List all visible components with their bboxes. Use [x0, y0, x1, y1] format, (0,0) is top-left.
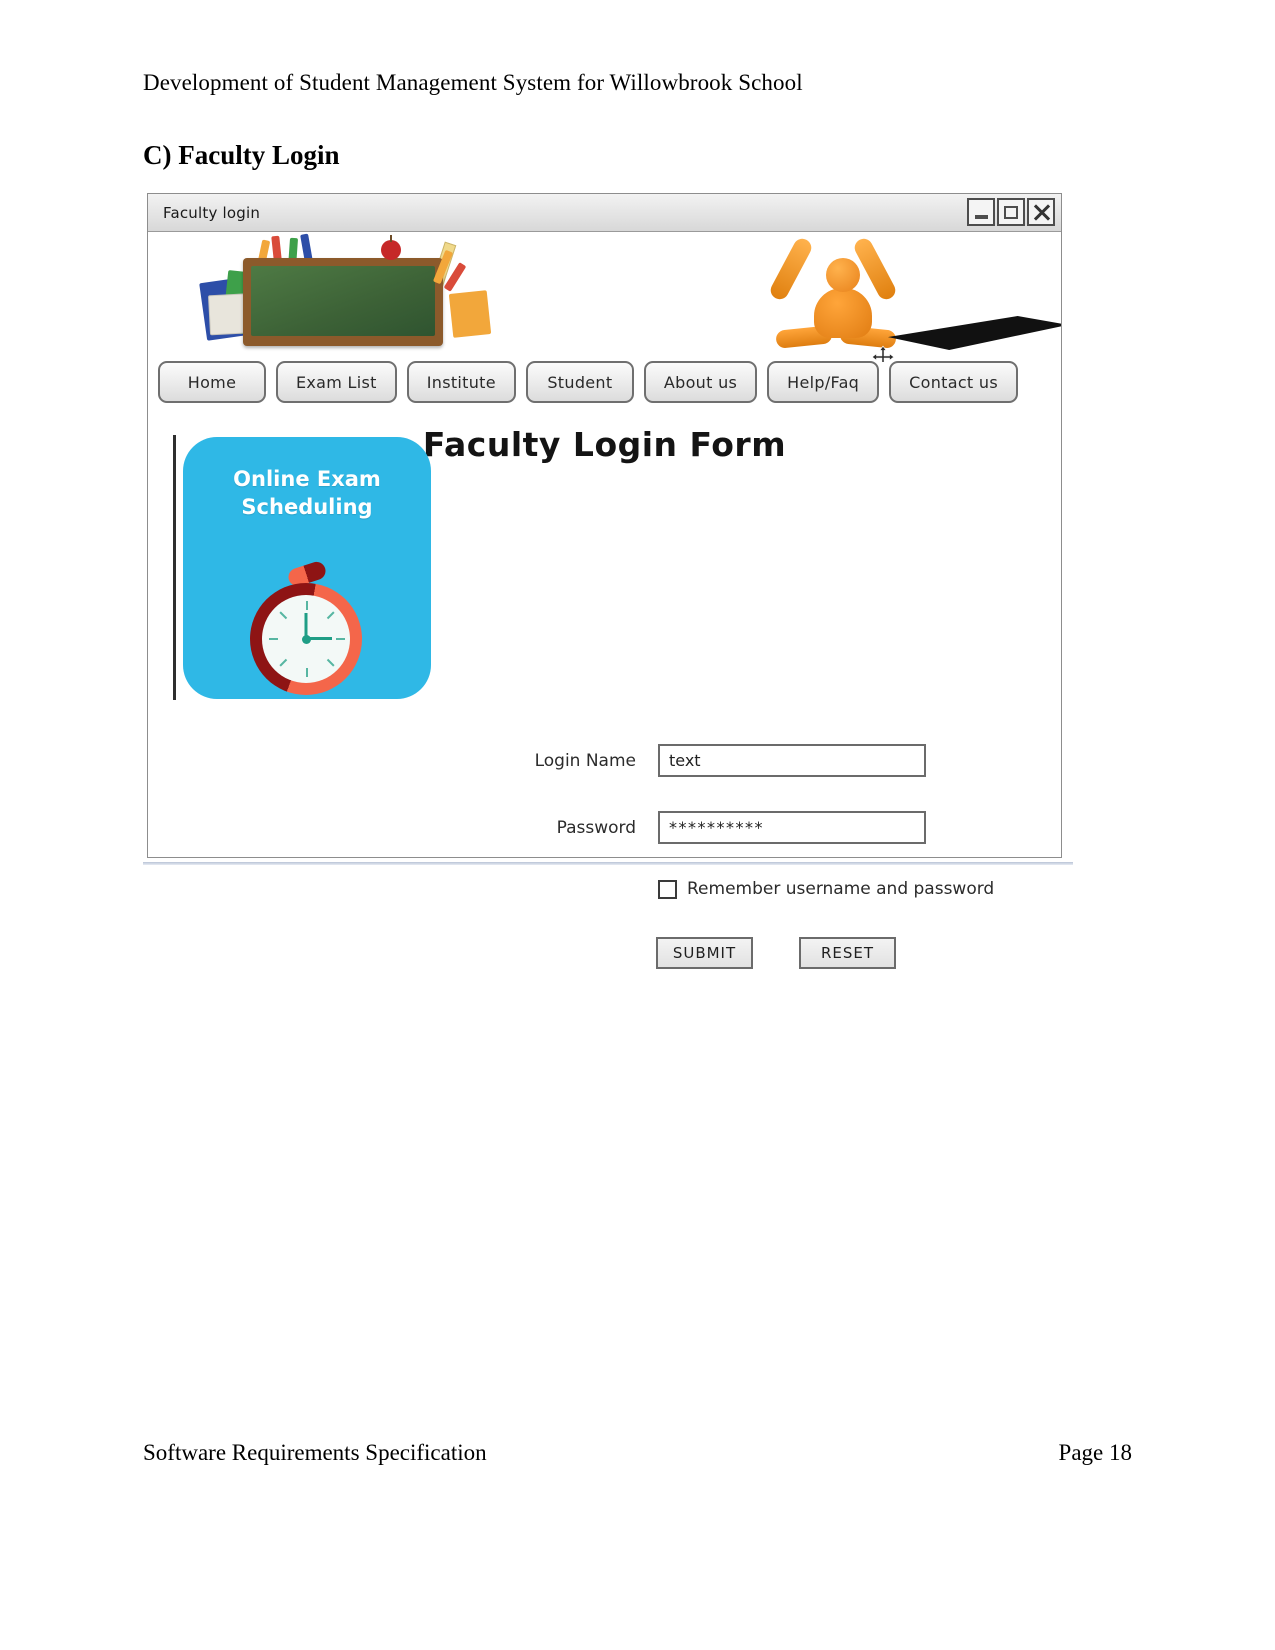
stopwatch-face [262, 595, 350, 683]
minimize-button[interactable] [967, 198, 995, 226]
banner-area [148, 232, 1061, 362]
promo-line-1: Online Exam [233, 467, 381, 491]
footer-page-number: Page 18 [1058, 1440, 1132, 1465]
stopwatch-tick [326, 658, 335, 667]
window-title: Faculty login [163, 203, 261, 222]
nav-tab-label: Institute [426, 372, 496, 392]
submit-button[interactable]: SUBMIT [656, 937, 753, 969]
faculty-login-window: Faculty login Home Exam List Institute S… [147, 193, 1062, 969]
orange-figure-image [748, 232, 1061, 360]
nav-tab-institute[interactable]: Institute [406, 361, 516, 403]
window-bottom-shadow [143, 862, 1073, 865]
password-label: Password [556, 817, 636, 838]
nav-tab-label: Student [547, 372, 613, 392]
stopwatch-tick [306, 668, 308, 677]
chalkboard-surface [251, 266, 435, 336]
submit-button-label: SUBMIT [672, 944, 737, 962]
nav-tab-exam-list[interactable]: Exam List [276, 361, 397, 403]
nav-tab-contact-us[interactable]: Contact us [889, 361, 1018, 403]
nav-tab-help-faq[interactable]: Help/Faq [767, 361, 880, 403]
remember-me-row[interactable]: Remember username and password [658, 879, 994, 899]
stopwatch-center-pin [302, 635, 311, 644]
stopwatch-icon [242, 559, 372, 695]
window-titlebar: Faculty login [148, 194, 1061, 232]
nav-tab-about-us[interactable]: About us [643, 361, 758, 403]
maximize-button[interactable] [997, 198, 1025, 226]
nav-tab-label: Home [187, 372, 237, 392]
password-row: Password ********** [508, 811, 926, 844]
chalkboard-supplies-image [199, 233, 492, 356]
login-name-value: text [669, 751, 701, 770]
maximize-icon [1004, 205, 1018, 219]
figure-head [826, 258, 860, 292]
stopwatch-tick [279, 658, 288, 667]
figure-arm-left [767, 235, 815, 303]
reset-button-label: RESET [820, 944, 875, 962]
stopwatch-tick [279, 611, 288, 620]
stopwatch-tick [326, 611, 335, 620]
footer-left-text: Software Requirements Specification [143, 1440, 487, 1465]
login-name-label: Login Name [534, 750, 636, 771]
password-input[interactable]: ********** [658, 811, 926, 844]
section-heading: C) Faculty Login [143, 140, 340, 170]
stopwatch-tick [336, 638, 345, 640]
stopwatch-tick [306, 601, 308, 610]
close-button[interactable] [1027, 198, 1055, 226]
figure-body [814, 288, 872, 338]
form-actions: SUBMIT RESET [656, 937, 896, 969]
form-content-area: Faculty Login Form Online Exam Schedulin… [148, 407, 1061, 969]
nav-tab-label: About us [663, 372, 738, 392]
password-value: ********** [669, 818, 764, 837]
page-header-title: Development of Student Management System… [143, 70, 803, 95]
main-navigation: Home Exam List Institute Student About u… [148, 361, 1061, 407]
login-name-row: Login Name text [508, 744, 926, 777]
reset-button[interactable]: RESET [799, 937, 896, 969]
close-icon [1032, 203, 1050, 221]
promo-text: Online Exam Scheduling [183, 465, 431, 522]
remember-me-label: Remember username and password [687, 879, 995, 899]
nav-tab-home[interactable]: Home [158, 361, 266, 403]
nav-tab-label: Help/Faq [787, 372, 860, 392]
chalkboard-frame [243, 258, 443, 346]
nav-tab-label: Contact us [909, 372, 998, 392]
nav-tab-label: Exam List [296, 372, 377, 392]
promo-card-online-exam-scheduling: Online Exam Scheduling [183, 437, 431, 699]
window-controls [967, 198, 1055, 226]
move-cursor-icon [871, 345, 895, 362]
nav-tab-student[interactable]: Student [525, 361, 634, 403]
apple-icon [381, 235, 401, 260]
dark-swoosh-graphic [888, 316, 1061, 350]
promo-line-2: Scheduling [241, 495, 373, 520]
login-name-input[interactable]: text [658, 744, 926, 777]
stopwatch-tick [269, 638, 278, 640]
promo-divider [173, 435, 176, 700]
book-orange-right [448, 290, 492, 338]
minimize-icon [974, 215, 988, 219]
remember-me-checkbox[interactable] [658, 879, 677, 899]
